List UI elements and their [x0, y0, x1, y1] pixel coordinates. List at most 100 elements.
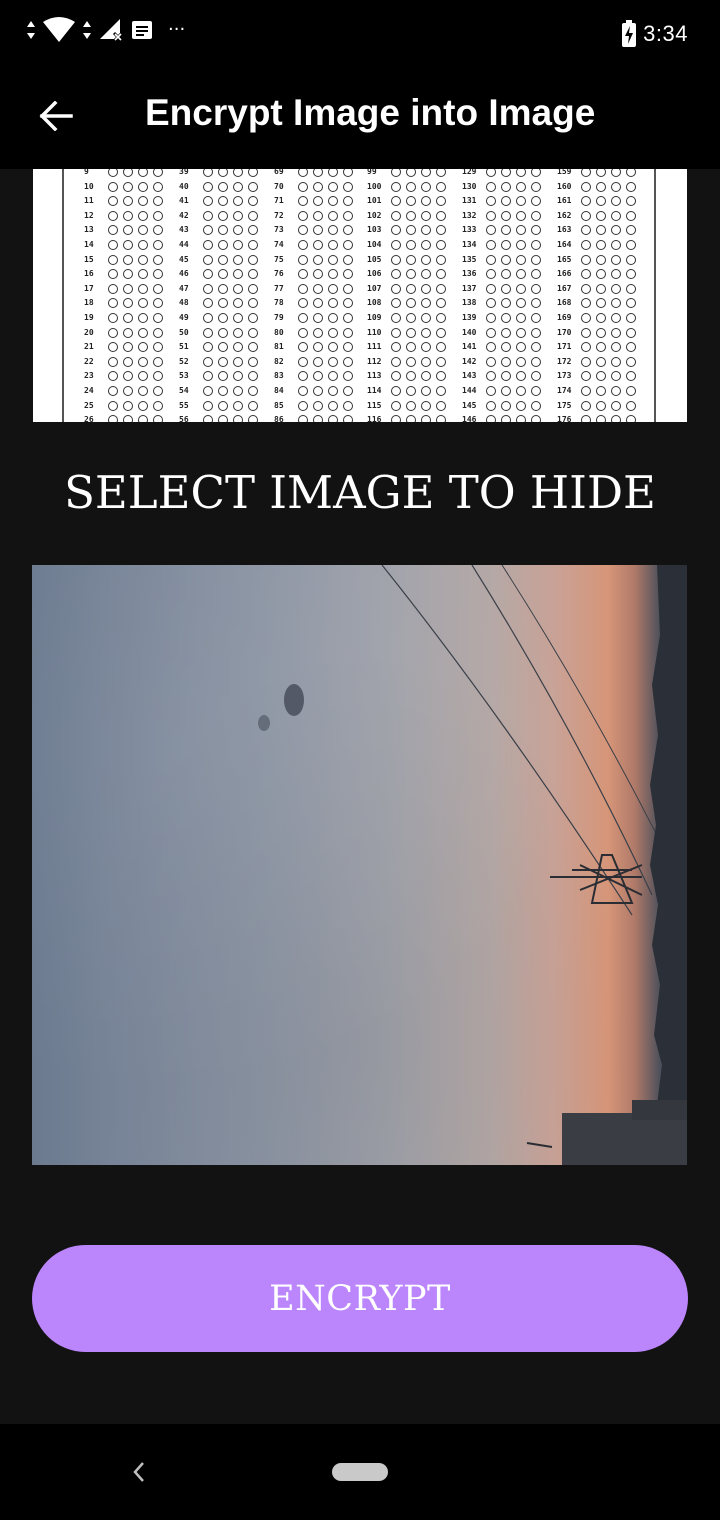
select-image-prompt[interactable]: SELECT IMAGE TO HIDE	[0, 466, 720, 519]
answer-number: 18	[84, 298, 94, 308]
answer-bubble	[343, 327, 353, 338]
answer-number: 19	[84, 313, 94, 322]
answer-bubble	[218, 254, 228, 265]
answer-bubble	[516, 400, 526, 411]
answer-bubble	[343, 371, 353, 382]
answer-bubble	[626, 283, 636, 294]
answer-number: 174	[557, 386, 572, 395]
answer-number: 135	[462, 254, 477, 264]
answer-bubble	[138, 342, 148, 353]
answer-bubble	[486, 327, 496, 338]
nav-back-button[interactable]	[124, 1456, 154, 1488]
answer-bubble	[343, 210, 353, 221]
answer-bubble	[203, 269, 213, 280]
answer-bubble	[313, 415, 323, 422]
answer-bubble	[486, 225, 496, 236]
answer-bubble	[626, 298, 636, 309]
answer-bubble	[343, 196, 353, 207]
answer-sheet-row: 21 51 81 111 141 171	[64, 340, 654, 354]
answer-bubble	[343, 298, 353, 309]
answer-number: 43	[179, 225, 189, 235]
answer-bubble	[108, 181, 118, 192]
answer-bubble	[233, 240, 243, 250]
answer-bubble	[233, 386, 243, 396]
answer-number: 10	[84, 181, 94, 191]
answer-bubble	[391, 210, 401, 221]
answer-bubble	[153, 313, 163, 323]
answer-bubble	[298, 196, 308, 207]
answer-bubble	[218, 356, 228, 367]
answer-bubble	[328, 269, 338, 280]
answer-bubble	[313, 254, 323, 265]
answer-bubble	[626, 415, 636, 422]
answer-bubble	[153, 181, 163, 192]
answer-bubble	[486, 169, 496, 177]
answer-bubble	[531, 169, 541, 177]
answer-bubble	[436, 356, 446, 367]
answer-bubble	[611, 225, 621, 236]
answer-bubble	[298, 169, 308, 177]
answer-bubble	[313, 400, 323, 411]
answer-bubble	[343, 283, 353, 294]
answer-number: 76	[274, 269, 284, 279]
answer-bubble	[436, 181, 446, 192]
answer-bubble	[298, 371, 308, 382]
answer-number: 80	[274, 327, 284, 337]
answer-bubble	[203, 371, 213, 382]
answer-bubble	[343, 356, 353, 367]
answer-bubble	[406, 342, 416, 353]
answer-bubble	[298, 283, 308, 294]
back-button[interactable]	[24, 88, 88, 144]
answer-bubble	[421, 269, 431, 280]
answer-bubble	[233, 356, 243, 367]
answer-bubble	[421, 210, 431, 221]
answer-bubble	[436, 415, 446, 422]
answer-bubble	[421, 415, 431, 422]
nav-home-button[interactable]	[332, 1463, 388, 1481]
answer-number: 142	[462, 356, 477, 366]
answer-bubble	[596, 342, 606, 353]
cover-image[interactable]: 9 39 69 99 129 159 10 40 70 100 130 160 11 41 71 101 131…	[33, 169, 687, 422]
answer-bubble	[108, 327, 118, 338]
answer-bubble	[486, 415, 496, 422]
answer-bubble	[313, 313, 323, 323]
answer-bubble	[596, 254, 606, 265]
answer-number: 132	[462, 210, 477, 220]
answer-bubble	[516, 196, 526, 207]
encrypt-button[interactable]: ENCRYPT	[32, 1245, 688, 1352]
answer-bubble	[328, 298, 338, 309]
answer-number: 140	[462, 327, 477, 337]
answer-bubble	[436, 386, 446, 396]
answer-bubble	[203, 356, 213, 367]
answer-bubble	[248, 313, 258, 323]
answer-sheet-row: 20 50 80 110 140 170	[64, 326, 654, 340]
answer-bubble	[611, 240, 621, 250]
secret-image[interactable]	[32, 565, 687, 1165]
answer-bubble	[391, 342, 401, 353]
answer-bubble	[138, 269, 148, 280]
answer-sheet-row: 24 54 84 114 144 174	[64, 384, 654, 398]
answer-bubble	[436, 225, 446, 236]
answer-bubble	[218, 371, 228, 382]
answer-bubble	[516, 269, 526, 280]
answer-bubble	[391, 400, 401, 411]
answer-number: 138	[462, 298, 477, 308]
answer-bubble	[233, 342, 243, 353]
answer-bubble	[298, 240, 308, 250]
answer-bubble	[123, 169, 133, 177]
answer-bubble	[153, 210, 163, 221]
answer-bubble	[611, 169, 621, 177]
answer-number: 49	[179, 313, 189, 322]
answer-bubble	[486, 313, 496, 323]
answer-bubble	[581, 225, 591, 236]
answer-bubble	[153, 240, 163, 250]
answer-number: 21	[84, 342, 94, 352]
answer-bubble	[203, 342, 213, 353]
answer-bubble	[406, 356, 416, 367]
answer-bubble	[123, 196, 133, 207]
answer-bubble	[611, 254, 621, 265]
nav-back-icon	[133, 1462, 144, 1482]
answer-bubble	[391, 240, 401, 250]
answer-bubble	[298, 313, 308, 323]
answer-bubble	[581, 210, 591, 221]
